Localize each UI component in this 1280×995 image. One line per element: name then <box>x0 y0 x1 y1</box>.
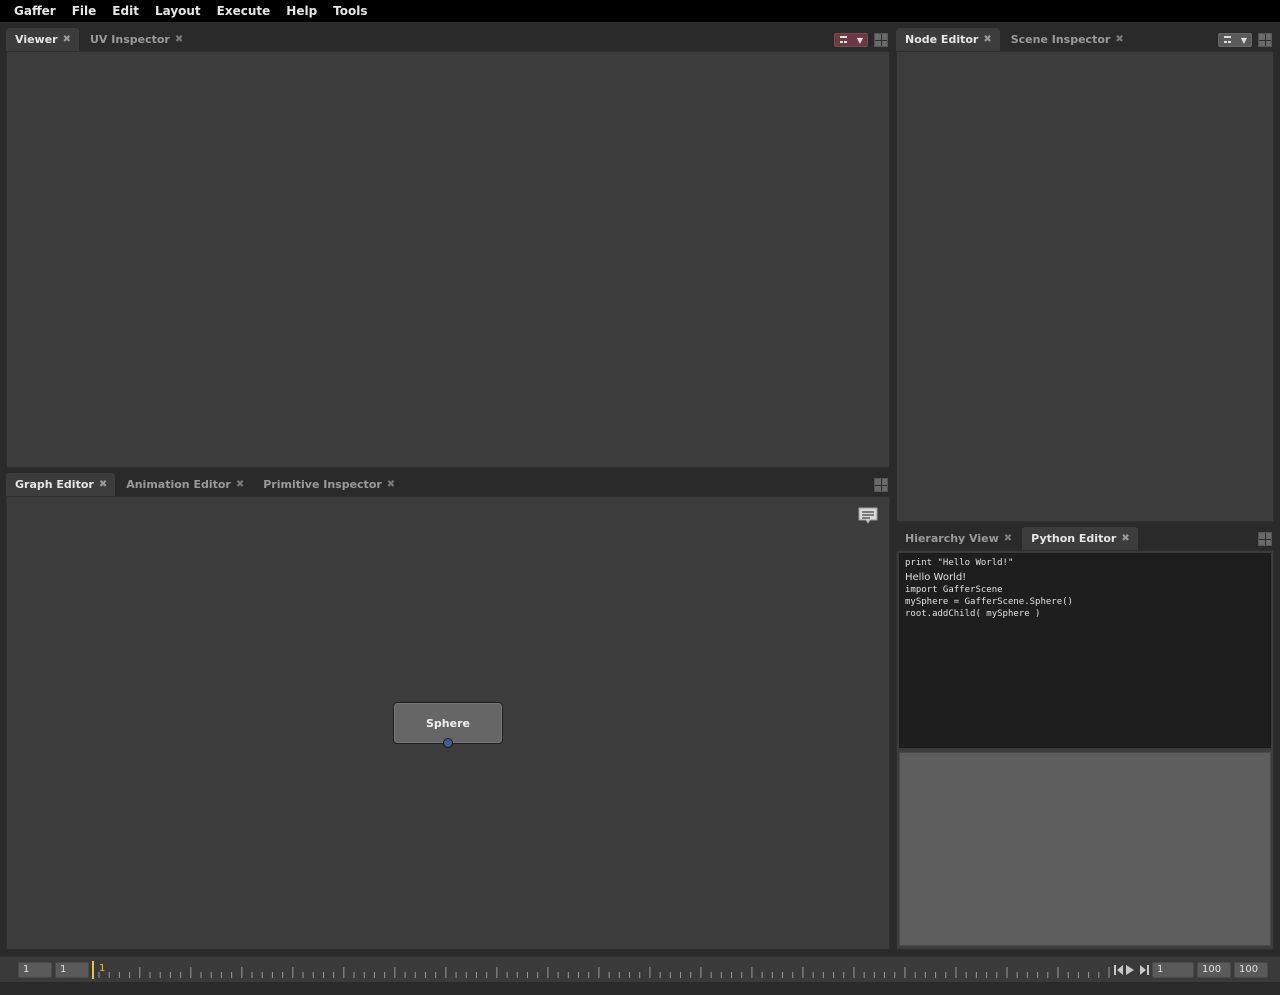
menu-file[interactable]: File <box>64 0 105 22</box>
timeline: 1 1 1 1 100 100 <box>0 956 1280 982</box>
menu-edit[interactable]: Edit <box>104 0 147 22</box>
tab-label: UV Inspector <box>90 33 170 46</box>
output-result: Hello World! <box>905 572 967 583</box>
layout-grid-icon[interactable] <box>1258 33 1272 47</box>
viewer-mode-button[interactable]: ▼ <box>834 33 868 47</box>
timeline-range-start-field[interactable]: 1 <box>55 962 89 978</box>
annotation-icon[interactable] <box>858 507 878 525</box>
node-output-plug[interactable] <box>443 738 453 748</box>
close-icon[interactable]: ✖ <box>1121 533 1129 544</box>
tab-hierarchy-view[interactable]: Hierarchy View ✖ <box>896 527 1020 550</box>
tab-label: Viewer <box>15 33 58 46</box>
close-icon[interactable]: ✖ <box>983 34 991 45</box>
tab-label: Node Editor <box>905 33 979 46</box>
close-icon[interactable]: ✖ <box>387 479 395 490</box>
tab-label: Graph Editor <box>15 478 94 491</box>
output-line: mySphere = GafferScene.Sphere() <box>905 597 1073 607</box>
tab-label: Scene Inspector <box>1010 33 1111 46</box>
tab-animation-editor[interactable]: Animation Editor ✖ <box>117 473 252 496</box>
output-line: root.addChild( mySphere ) <box>905 609 1041 619</box>
tab-graph-editor[interactable]: Graph Editor ✖ <box>6 473 116 496</box>
menu-help[interactable]: Help <box>278 0 325 22</box>
tab-viewer[interactable]: Viewer ✖ <box>6 28 79 51</box>
tab-uv-inspector[interactable]: UV Inspector ✖ <box>81 28 191 51</box>
tab-node-editor[interactable]: Node Editor ✖ <box>896 28 1000 51</box>
timeline-cursor[interactable] <box>92 961 94 979</box>
timeline-current-frame: 1 <box>99 963 106 974</box>
close-icon[interactable]: ✖ <box>1115 34 1123 45</box>
node-label: Sphere <box>426 716 470 730</box>
tab-label: Hierarchy View <box>905 532 999 545</box>
python-output[interactable]: print "Hello World!" Hello World! import… <box>899 553 1271 748</box>
timeline-start-field[interactable]: 1 <box>18 962 52 978</box>
menubar: Gaffer File Edit Layout Execute Help Too… <box>0 0 1280 22</box>
layout-grid-icon[interactable] <box>874 478 888 492</box>
node-editor-content[interactable] <box>896 51 1274 522</box>
timeline-ruler[interactable] <box>93 961 1111 979</box>
viewer-content[interactable] <box>6 51 890 468</box>
close-icon[interactable]: ✖ <box>236 479 244 490</box>
timeline-frame-field[interactable]: 1 <box>1152 962 1194 978</box>
play-icon[interactable] <box>1125 964 1135 976</box>
menu-gaffer[interactable]: Gaffer <box>6 0 64 22</box>
close-icon[interactable]: ✖ <box>175 34 183 45</box>
node-set-icon <box>1223 36 1233 44</box>
output-line: import GafferScene <box>905 585 1003 595</box>
menu-layout[interactable]: Layout <box>147 0 209 22</box>
timeline-end-field[interactable]: 100 <box>1234 962 1268 978</box>
chevron-down-icon: ▼ <box>1240 35 1247 45</box>
tab-label: Animation Editor <box>126 478 231 491</box>
node-editor-mode-button[interactable]: ▼ <box>1218 33 1252 47</box>
node-set-icon <box>839 36 849 44</box>
tab-python-editor[interactable]: Python Editor ✖ <box>1022 527 1138 550</box>
chevron-down-icon: ▼ <box>856 35 863 45</box>
skip-end-icon[interactable] <box>1139 964 1149 976</box>
python-input[interactable] <box>899 752 1271 946</box>
skip-start-icon[interactable] <box>1114 964 1124 976</box>
close-icon[interactable]: ✖ <box>1004 533 1012 544</box>
tab-primitive-inspector[interactable]: Primitive Inspector ✖ <box>254 473 403 496</box>
timeline-range-end-field[interactable]: 100 <box>1197 962 1231 978</box>
menu-tools[interactable]: Tools <box>325 0 375 22</box>
viewer-tabbar: Viewer ✖ UV Inspector ✖ <box>6 28 890 51</box>
node-editor-panel: Node Editor ✖ Scene Inspector ✖ ▼ <box>896 28 1274 522</box>
tab-scene-inspector[interactable]: Scene Inspector ✖ <box>1002 28 1132 51</box>
layout-grid-icon[interactable] <box>874 33 888 47</box>
output-line: print "Hello World!" <box>905 558 1014 568</box>
tab-label: Python Editor <box>1031 532 1117 545</box>
graph-editor-tabbar: Graph Editor ✖ Animation Editor ✖ Primit… <box>6 473 890 496</box>
python-editor-tabbar: Hierarchy View ✖ Python Editor ✖ <box>896 527 1274 550</box>
tab-label: Primitive Inspector <box>263 478 382 491</box>
close-icon[interactable]: ✖ <box>99 479 107 490</box>
layout-grid-icon[interactable] <box>1258 532 1272 546</box>
close-icon[interactable]: ✖ <box>63 34 71 45</box>
menu-execute[interactable]: Execute <box>209 0 279 22</box>
viewer-panel: Viewer ✖ UV Inspector ✖ ▼ <box>6 28 890 468</box>
